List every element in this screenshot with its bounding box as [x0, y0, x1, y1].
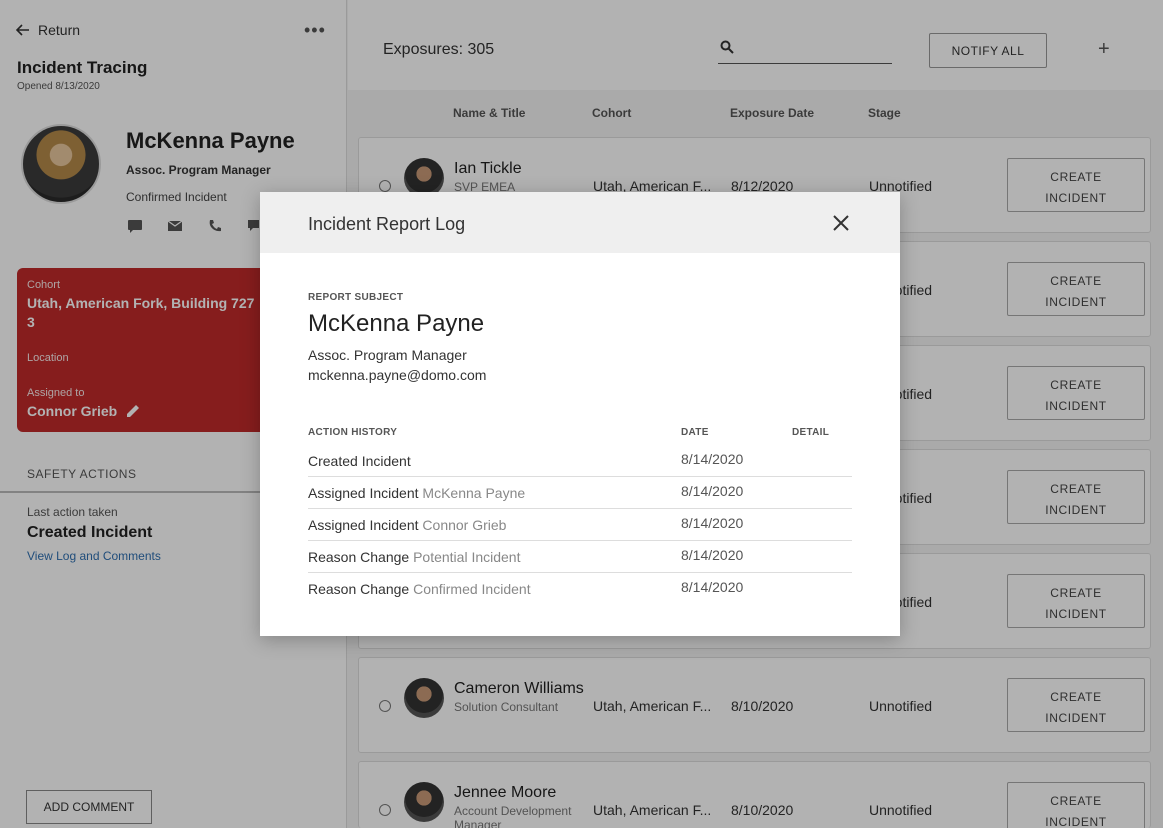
- incident-report-log-modal: Incident Report Log REPORT SUBJECT McKen…: [260, 192, 900, 636]
- history-date: 8/14/2020: [681, 579, 744, 595]
- history-row: Assigned Incident McKenna Payne 8/14/202…: [308, 477, 852, 509]
- history-row: Reason Change Confirmed Incident 8/14/20…: [308, 573, 852, 605]
- history-row: Assigned Incident Connor Grieb 8/14/2020: [308, 509, 852, 541]
- history-action: Reason Change Confirmed Incident: [308, 581, 531, 597]
- history-row: Created Incident 8/14/2020: [308, 445, 852, 477]
- subject-email: mckenna.payne@domo.com: [308, 367, 487, 383]
- modal-title: Incident Report Log: [308, 214, 466, 234]
- history-date: 8/14/2020: [681, 547, 744, 563]
- history-action: Assigned Incident McKenna Payne: [308, 485, 526, 501]
- history-action: Reason Change Potential Incident: [308, 549, 521, 565]
- history-action: Assigned Incident Connor Grieb: [308, 517, 507, 533]
- history-date: 8/14/2020: [681, 451, 744, 467]
- report-subject-label: REPORT SUBJECT: [308, 292, 404, 303]
- detail-column-label: DETAIL: [792, 427, 830, 438]
- app: Return ••• Incident Tracing Opened 8/13/…: [0, 0, 1163, 828]
- date-column-label: DATE: [681, 427, 709, 438]
- subject-name: McKenna Payne: [308, 310, 485, 337]
- subject-title: Assoc. Program Manager: [308, 347, 467, 363]
- history-action: Created Incident: [308, 453, 411, 469]
- action-history-label: ACTION HISTORY: [308, 427, 398, 438]
- modal-header: Incident Report Log: [260, 192, 900, 253]
- history-date: 8/14/2020: [681, 515, 744, 531]
- history-date: 8/14/2020: [681, 483, 744, 499]
- history-row: Reason Change Potential Incident 8/14/20…: [308, 541, 852, 573]
- close-icon[interactable]: [832, 214, 850, 232]
